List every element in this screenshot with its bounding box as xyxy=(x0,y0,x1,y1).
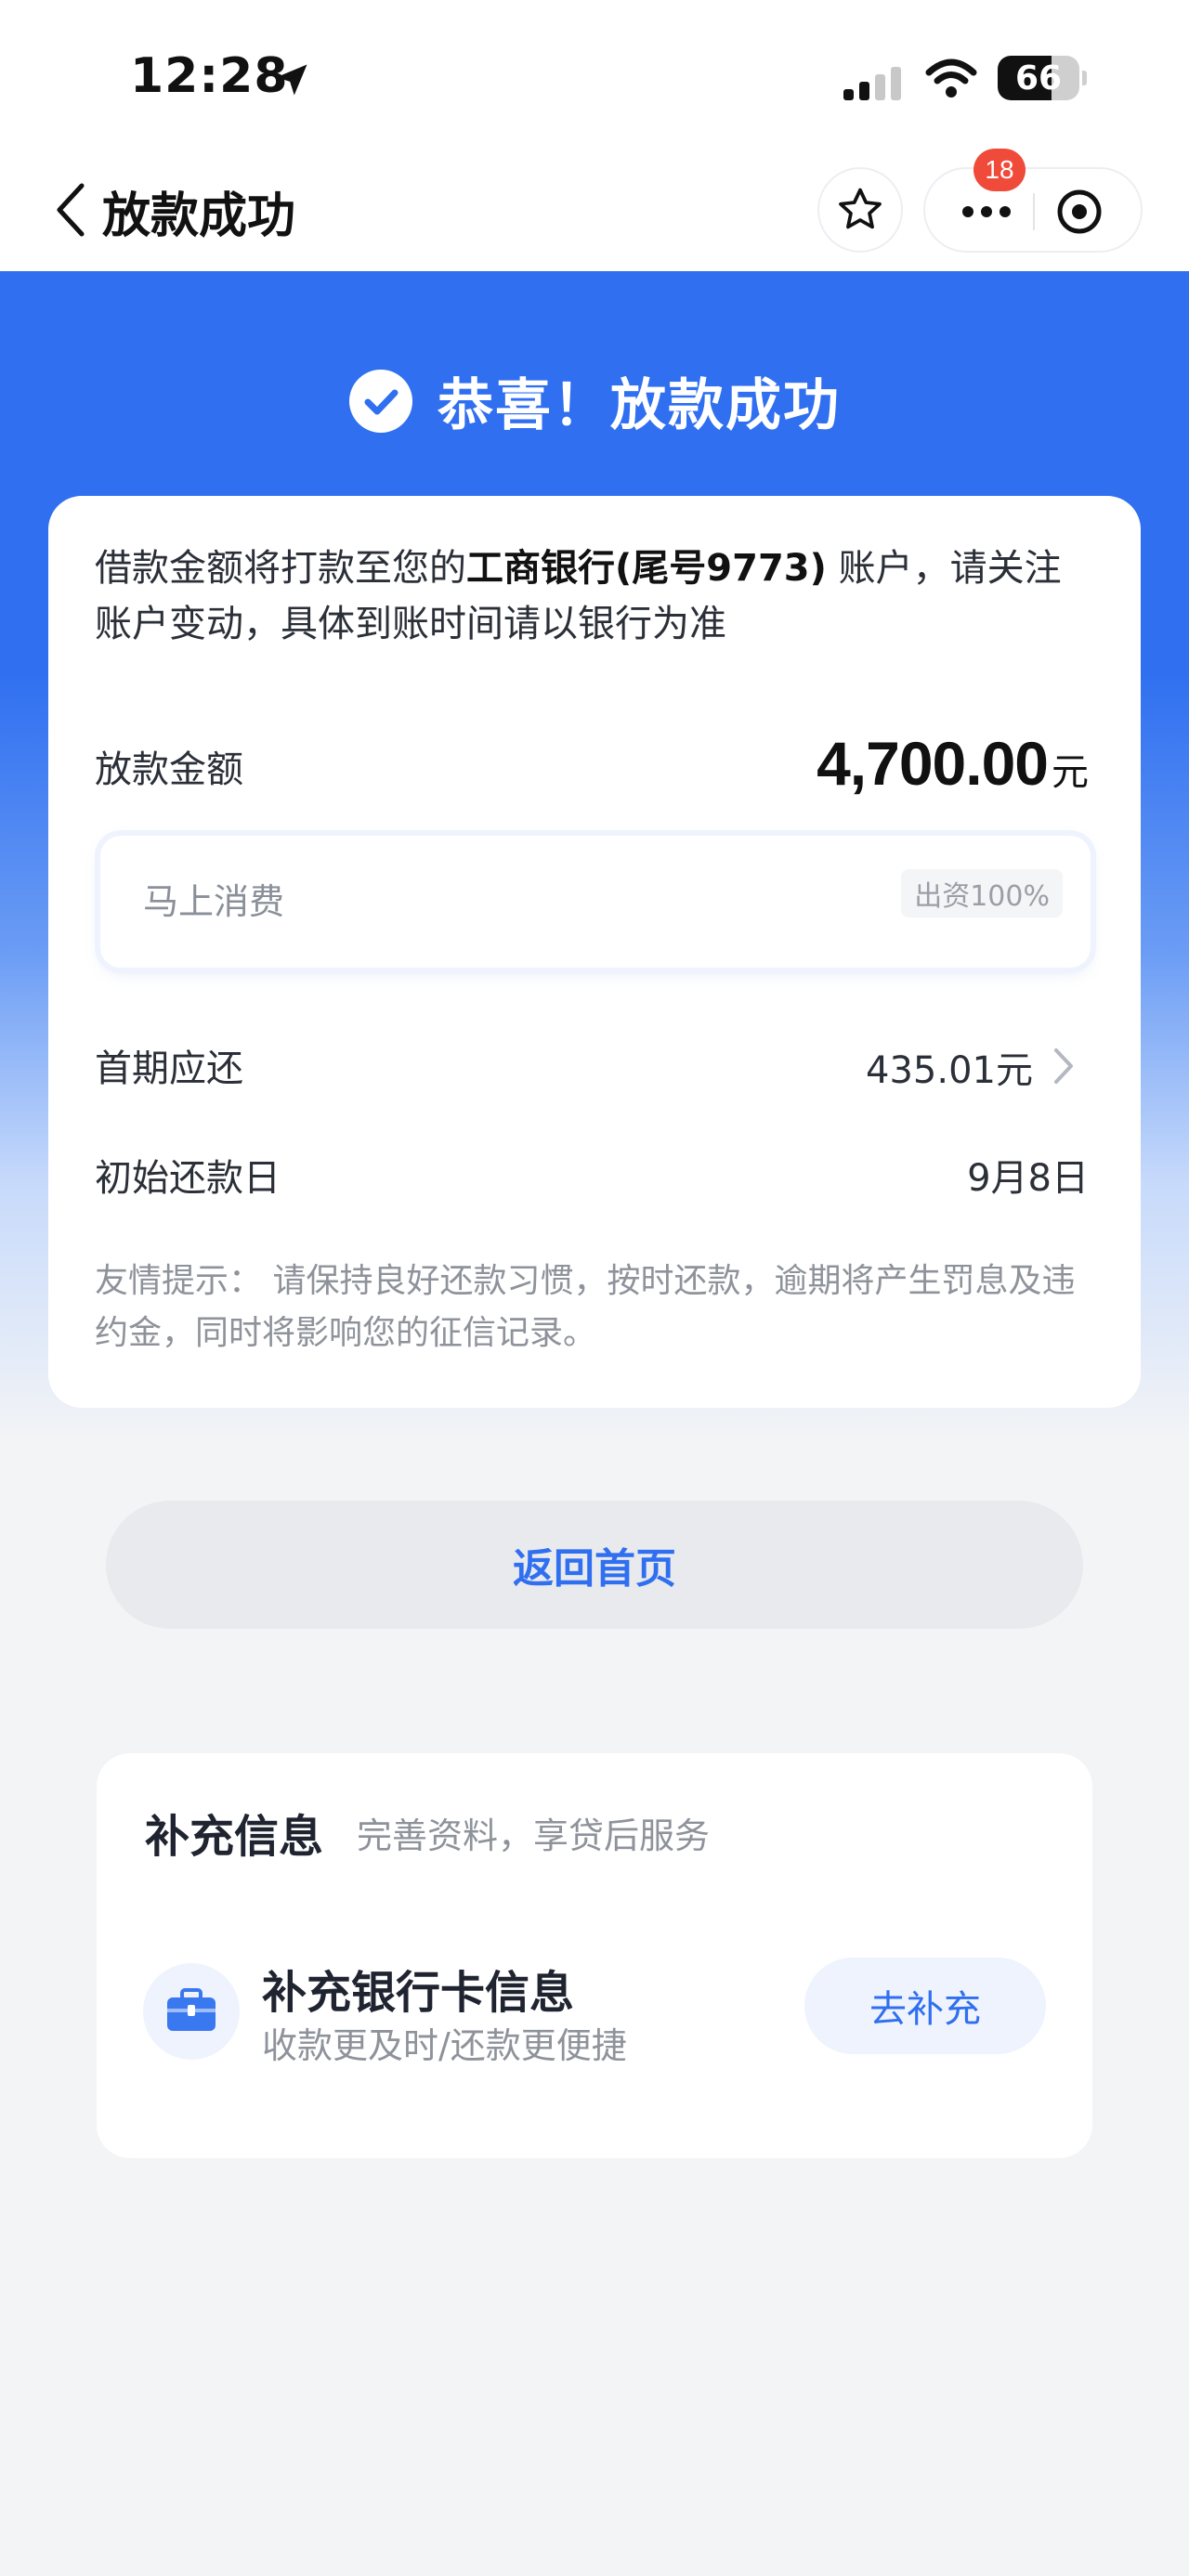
battery-percent: 66 xyxy=(1014,59,1063,98)
battery-indicator: 66 xyxy=(998,56,1087,100)
bank-card-icon-wrap xyxy=(143,1963,240,2060)
notice-bank-account: 工商银行(尾号9773) xyxy=(466,547,827,590)
tip-label: 友情提示： xyxy=(95,1262,263,1300)
start-date-value: 9月8日 xyxy=(967,1157,1089,1200)
supplement-item-title: 补充银行卡信息 xyxy=(262,1967,575,2019)
hero-title: 恭喜！放款成功 xyxy=(0,360,1189,441)
star-icon xyxy=(839,188,882,229)
loan-amount: 4,700.00 元 xyxy=(817,728,1089,799)
disbursement-notice: 借款金额将打款至您的工商银行(尾号9773) 账户，请关注账户变动，具体到账时间… xyxy=(95,540,1098,652)
loan-amount-label: 放款金额 xyxy=(95,748,243,791)
return-home-button[interactable]: 返回首页 xyxy=(106,1501,1083,1629)
chevron-right-icon[interactable] xyxy=(1052,1046,1076,1086)
friendly-tip: 友情提示： 请保持良好还款习惯，按时还款，逾期将产生罚息及违约金，同时将影响您的… xyxy=(95,1255,1107,1360)
status-time: 12:28 xyxy=(130,48,289,104)
lender-box: 马上消费 出资100% xyxy=(100,836,1091,968)
supplement-subtitle: 完善资料，享贷后服务 xyxy=(357,1815,711,1856)
cellular-signal-icon xyxy=(843,67,901,100)
supplement-card: 补充信息 完善资料，享贷后服务 补充银行卡信息 收款更及时/还款更便捷 去补充 xyxy=(97,1753,1092,2158)
supplement-button[interactable]: 去补充 xyxy=(804,1958,1046,2054)
page-title: 放款成功 xyxy=(102,189,296,244)
start-date-label: 初始还款日 xyxy=(95,1157,281,1200)
notification-badge: 18 xyxy=(973,149,1026,191)
lender-name: 马上消费 xyxy=(143,881,285,922)
notice-prefix: 借款金额将打款至您的 xyxy=(95,547,466,590)
location-arrow-icon xyxy=(276,64,307,96)
loan-amount-value: 4,700.00 xyxy=(817,729,1049,798)
close-mini-program-icon[interactable] xyxy=(1055,188,1104,236)
favorite-button[interactable] xyxy=(817,167,903,253)
back-chevron-icon[interactable] xyxy=(50,180,91,240)
supplement-item-desc: 收款更及时/还款更便捷 xyxy=(262,2025,627,2066)
nav-bar: 放款成功 18 xyxy=(0,149,1189,271)
status-bar: 12:28 66 xyxy=(0,0,1189,149)
first-repay-value[interactable]: 435.01元 xyxy=(866,1040,1033,1094)
briefcase-icon xyxy=(167,1988,216,2031)
mini-program-capsule: 18 xyxy=(923,149,1143,253)
loan-amount-unit: 元 xyxy=(1052,751,1089,794)
success-check-icon xyxy=(349,369,412,433)
hero-title-text: 恭喜！放款成功 xyxy=(438,373,841,438)
supplement-title: 补充信息 xyxy=(145,1811,324,1863)
wifi-icon xyxy=(925,59,977,98)
loan-detail-card: 借款金额将打款至您的工商银行(尾号9773) 账户，请关注账户变动，具体到账时间… xyxy=(48,496,1141,1408)
lender-share-tag: 出资100% xyxy=(901,869,1063,917)
first-repay-label: 首期应还 xyxy=(95,1047,243,1090)
more-dots-icon[interactable] xyxy=(959,201,1014,223)
